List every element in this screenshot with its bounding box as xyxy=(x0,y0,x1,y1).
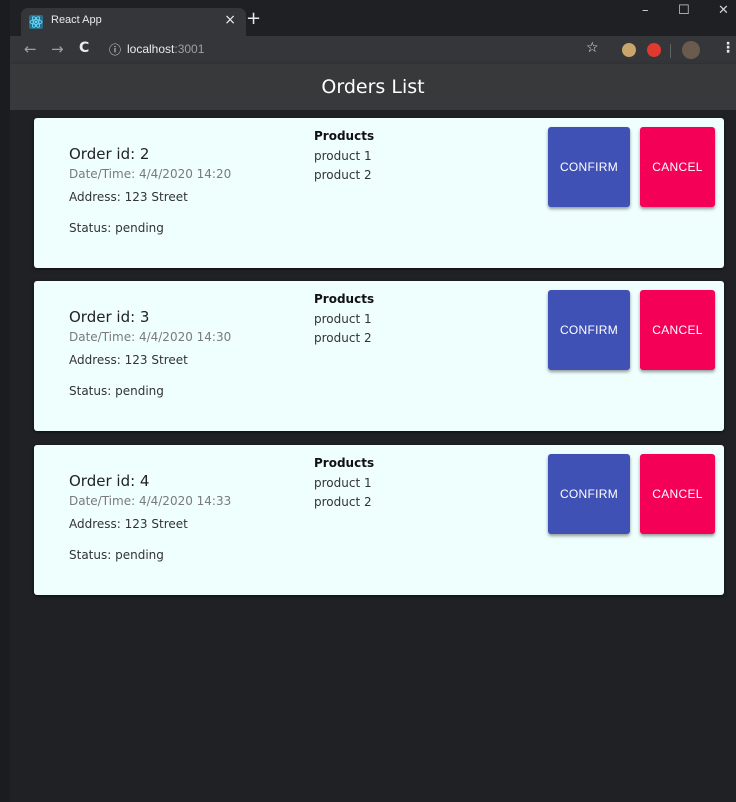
cancel-button[interactable]: CANCEL xyxy=(640,290,715,370)
product-item: product 1 xyxy=(314,149,372,163)
products-heading: Products xyxy=(314,292,375,306)
info-icon[interactable]: ⓘ xyxy=(109,41,121,58)
product-item: product 1 xyxy=(314,312,372,326)
orders-list: Order id: 2 Date/Time: 4/4/2020 14:20 Ad… xyxy=(10,110,736,802)
minimize-icon[interactable]: – xyxy=(642,3,649,18)
order-address: Address: 123 Street xyxy=(69,353,188,367)
bookmark-star-icon[interactable]: ☆ xyxy=(586,40,599,56)
profile-avatar[interactable] xyxy=(682,41,700,59)
url-port: :3001 xyxy=(174,42,205,56)
order-address: Address: 123 Street xyxy=(69,190,188,204)
order-status: Status: pending xyxy=(69,384,164,398)
close-tab-icon[interactable]: × xyxy=(224,12,236,28)
menu-kebab-icon[interactable]: ⋮ xyxy=(721,40,735,56)
confirm-button[interactable]: CONFIRM xyxy=(548,127,630,207)
reload-icon[interactable]: C xyxy=(79,40,89,56)
order-status: Status: pending xyxy=(69,221,164,235)
url-host: localhost xyxy=(127,42,175,56)
extension-icon[interactable] xyxy=(622,43,636,57)
product-item: product 2 xyxy=(314,168,372,182)
confirm-button[interactable]: CONFIRM xyxy=(548,290,630,370)
toolbar-divider xyxy=(670,44,671,58)
order-datetime: Date/Time: 4/4/2020 14:30 xyxy=(69,330,232,344)
product-item: product 2 xyxy=(314,495,372,509)
order-card: Order id: 2 Date/Time: 4/4/2020 14:20 Ad… xyxy=(34,118,724,268)
maximize-icon[interactable]: ☐ xyxy=(678,3,690,18)
browser-toolbar: ← → C ⓘ localhost:3001 ☆ ⋮ xyxy=(10,36,736,64)
order-datetime: Date/Time: 4/4/2020 14:33 xyxy=(69,494,232,508)
react-icon xyxy=(29,15,43,29)
order-card: Order id: 3 Date/Time: 4/4/2020 14:30 Ad… xyxy=(34,281,724,431)
address-bar[interactable]: ⓘ localhost:3001 xyxy=(105,38,605,62)
order-id: Order id: 3 xyxy=(69,308,150,326)
new-tab-button[interactable]: + xyxy=(246,8,261,29)
order-id: Order id: 4 xyxy=(69,472,150,490)
products-heading: Products xyxy=(314,456,375,470)
order-status: Status: pending xyxy=(69,548,164,562)
product-item: product 2 xyxy=(314,331,372,345)
tab-react-app[interactable]: React App × xyxy=(21,8,246,36)
product-item: product 1 xyxy=(314,476,372,490)
close-window-icon[interactable]: ✕ xyxy=(718,3,729,18)
confirm-button[interactable]: CONFIRM xyxy=(548,454,630,534)
desktop-edge xyxy=(0,0,10,802)
app-header: Orders List xyxy=(10,64,736,110)
cancel-button[interactable]: CANCEL xyxy=(640,454,715,534)
order-id: Order id: 2 xyxy=(69,145,150,163)
tab-strip: React App × + – ☐ ✕ xyxy=(10,0,736,36)
page-title: Orders List xyxy=(321,76,425,98)
url-text: localhost:3001 xyxy=(127,42,204,56)
order-card: Order id: 4 Date/Time: 4/4/2020 14:33 Ad… xyxy=(34,445,724,595)
cancel-button[interactable]: CANCEL xyxy=(640,127,715,207)
back-arrow-icon[interactable]: ← xyxy=(24,40,37,58)
order-datetime: Date/Time: 4/4/2020 14:20 xyxy=(69,167,232,181)
browser-window: React App × + – ☐ ✕ ← → C ⓘ localhost:30… xyxy=(10,0,736,802)
tab-title: React App xyxy=(51,14,102,26)
products-heading: Products xyxy=(314,129,375,143)
order-address: Address: 123 Street xyxy=(69,517,188,531)
extension-icon[interactable] xyxy=(647,43,661,57)
forward-arrow-icon[interactable]: → xyxy=(51,40,64,58)
